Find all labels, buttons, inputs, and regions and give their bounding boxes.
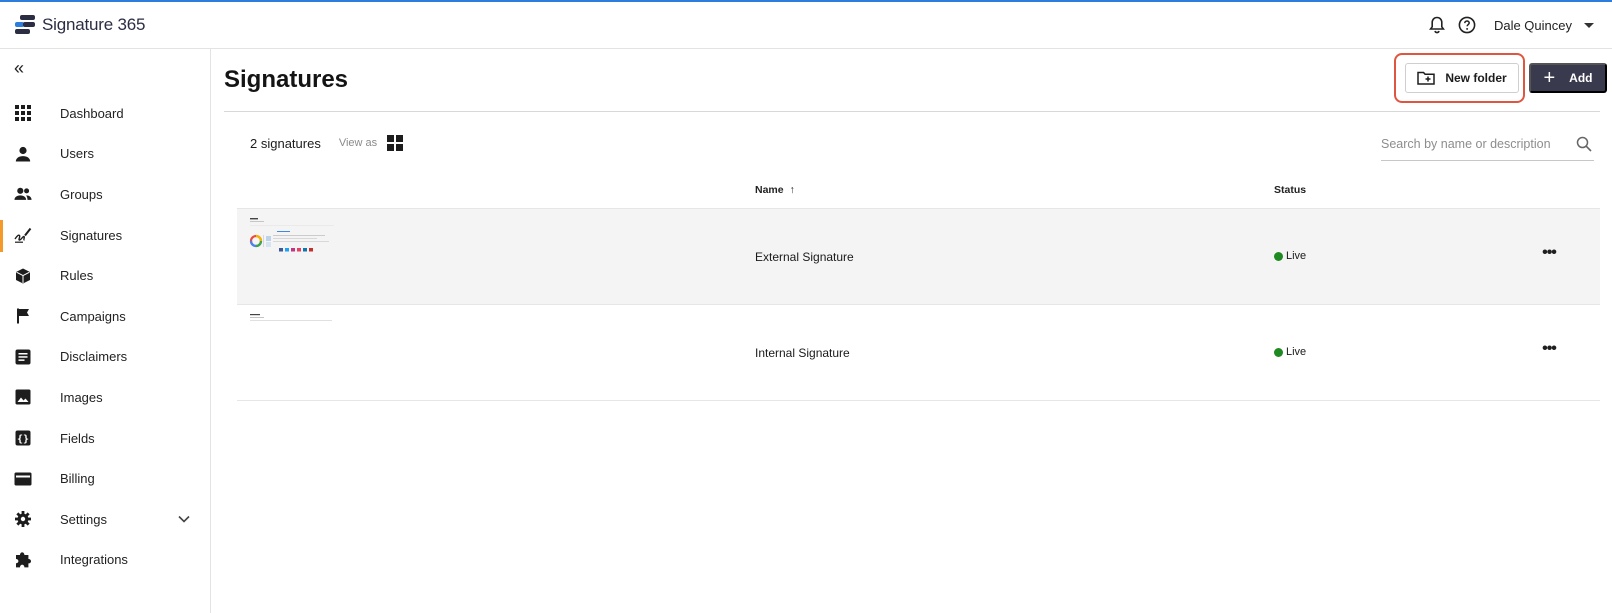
app-name: Signature 365	[42, 15, 146, 34]
sidebar-item-groups[interactable]: Groups	[0, 174, 210, 215]
status-text: Live	[1286, 250, 1307, 262]
document-icon	[14, 348, 32, 366]
sidebar-item-label: Rules	[60, 268, 94, 284]
page-title: Signatures	[224, 66, 349, 93]
sidebar-item-signatures[interactable]: Signatures	[0, 215, 210, 256]
sidebar-item-rules[interactable]: Rules	[0, 255, 210, 296]
app-logo[interactable]: Signature 365	[14, 14, 145, 36]
new-folder-button[interactable]: New folder	[1405, 63, 1519, 93]
user-icon	[14, 145, 32, 163]
signature-name[interactable]: Internal Signature	[755, 346, 850, 360]
sidebar-item-settings[interactable]: Settings	[0, 499, 210, 540]
cube-icon	[14, 267, 32, 285]
flag-icon	[14, 307, 32, 325]
status-live-dot-icon	[1274, 347, 1283, 357]
user-menu-name[interactable]: Dale Quincey	[1494, 18, 1572, 33]
puzzle-icon	[14, 551, 32, 569]
sidebar-item-label: Integrations	[60, 552, 128, 568]
search-input[interactable]	[1381, 129, 1566, 159]
sidebar-item-campaigns[interactable]: Campaigns	[0, 296, 210, 337]
sidebar-item-label: Billing	[60, 471, 95, 487]
status-badge: Live	[1274, 250, 1306, 262]
main-content: Signatures New folder + Add 2 signatures…	[211, 49, 1612, 613]
collapse-sidebar-icon[interactable]: «	[14, 59, 34, 77]
sidebar-item-images[interactable]: Images	[0, 377, 210, 418]
sidebar-item-label: Settings	[60, 511, 107, 527]
bell-icon[interactable]	[1426, 14, 1448, 36]
column-header-status[interactable]: Status	[1274, 184, 1306, 196]
sidebar-item-billing[interactable]: Billing	[0, 458, 210, 499]
table-header: Name ↑ Status	[237, 171, 1600, 209]
sidebar-item-integrations[interactable]: Integrations	[0, 540, 210, 581]
groups-icon	[14, 185, 32, 203]
status-live-dot-icon	[1274, 251, 1283, 261]
add-signature-button[interactable]: + Add	[1529, 63, 1607, 93]
divider	[224, 111, 1600, 112]
sidebar-item-users[interactable]: Users	[0, 134, 210, 175]
sidebar-item-label: Dashboard	[60, 105, 124, 121]
signature-pen-icon	[14, 226, 32, 244]
dashboard-grid-icon	[14, 104, 32, 122]
gear-icon	[14, 510, 32, 528]
sidebar-item-label: Fields	[60, 430, 95, 446]
credit-card-icon	[14, 470, 32, 488]
help-icon[interactable]	[1456, 14, 1478, 36]
table-row[interactable]: External Signature Live •••	[237, 209, 1600, 305]
search-box	[1381, 129, 1594, 161]
svg-text:{}: {}	[17, 434, 29, 445]
folder-plus-icon	[1417, 71, 1436, 85]
grid-view-icon[interactable]	[387, 135, 404, 151]
column-header-name[interactable]: Name ↑	[755, 184, 795, 196]
more-horizontal-icon[interactable]: •••	[1541, 245, 1557, 263]
sidebar-item-label: Users	[60, 146, 94, 162]
status-badge: Live	[1274, 346, 1306, 358]
sidebar-item-label: Disclaimers	[60, 349, 128, 365]
signatures-table: Name ↑ Status External Signature Live ••…	[237, 171, 1600, 401]
braces-icon: {}	[14, 429, 32, 447]
image-icon	[14, 388, 32, 406]
sidebar-item-label: Signatures	[60, 227, 123, 243]
sidebar-item-label: Campaigns	[60, 308, 126, 324]
top-bar: Signature 365 Dale Quincey	[0, 0, 1612, 49]
status-text: Live	[1286, 346, 1307, 358]
sort-ascending-icon: ↑	[789, 184, 795, 196]
sidebar-item-fields[interactable]: {} Fields	[0, 418, 210, 459]
new-folder-label: New folder	[1445, 71, 1507, 85]
sidebar-item-disclaimers[interactable]: Disclaimers	[0, 337, 210, 378]
sidebar-item-dashboard[interactable]: Dashboard	[0, 93, 210, 134]
list-toolbar: 2 signatures View as	[250, 135, 404, 151]
table-row[interactable]: Internal Signature Live •••	[237, 305, 1600, 401]
chevron-down-icon[interactable]	[178, 510, 190, 528]
signature-thumbnail[interactable]	[249, 312, 335, 358]
signature-name[interactable]: External Signature	[755, 250, 854, 264]
sidebar-item-label: Groups	[60, 186, 103, 202]
sidebar-nav: Dashboard Users Groups Signatures Rules	[0, 93, 210, 580]
sidebar-item-label: Images	[60, 389, 103, 405]
chevron-down-icon[interactable]	[1584, 22, 1594, 28]
view-as-label: View as	[338, 137, 378, 149]
search-icon[interactable]	[1576, 136, 1592, 157]
plus-icon: +	[1543, 67, 1556, 89]
sidebar: « Dashboard Users Groups Signatures Rule…	[0, 49, 211, 613]
logo-icon	[14, 14, 36, 36]
more-horizontal-icon[interactable]: •••	[1541, 341, 1557, 359]
signature-thumbnail[interactable]	[249, 216, 335, 262]
signature-count: 2 signatures	[250, 135, 321, 151]
add-label: Add	[1569, 71, 1593, 85]
